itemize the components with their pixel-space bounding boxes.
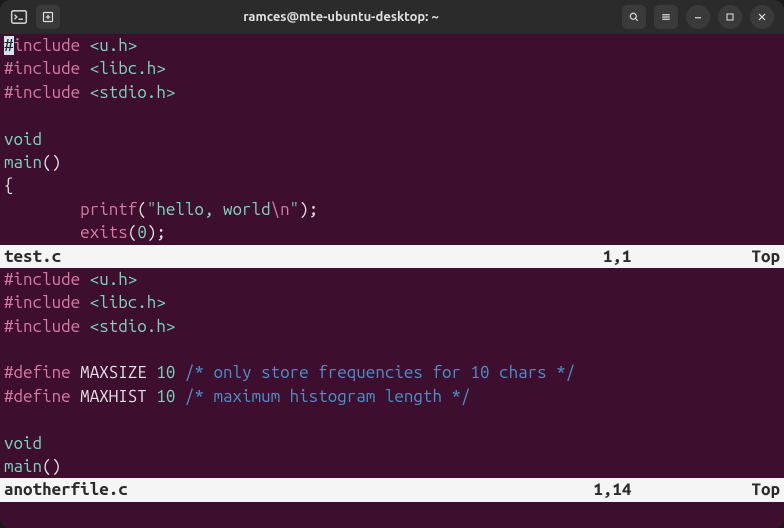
status-filename: anotherfile.c	[4, 478, 128, 501]
editor-pane-0[interactable]: #include <u.h> #include <libc.h> #includ…	[0, 34, 784, 268]
code-line: #define MAXSIZE 10 /* only store frequen…	[0, 361, 784, 384]
terminal-window: ramces@mte-ubuntu-desktop: ~	[0, 0, 784, 528]
editor-pane-1[interactable]: #include <u.h> #include <libc.h> #includ…	[0, 268, 784, 502]
code-line	[0, 408, 784, 431]
code-line	[0, 104, 784, 127]
code-line: #include <stdio.h>	[0, 81, 784, 104]
terminal-icon	[10, 8, 28, 26]
status-filename: test.c	[4, 245, 61, 268]
code-line: #include <libc.h>	[0, 291, 784, 314]
maximize-button[interactable]	[718, 5, 742, 29]
status-scroll: Top	[751, 245, 780, 268]
status-bar-1: anotherfile.c 1,14 Top	[0, 478, 784, 501]
code-line: printf("hello, world\n");	[0, 198, 784, 221]
status-cursor-pos: 1,1	[603, 245, 632, 268]
code-line: void	[0, 432, 784, 455]
minimize-button[interactable]	[686, 5, 710, 29]
code-line	[0, 338, 784, 361]
titlebar: ramces@mte-ubuntu-desktop: ~	[0, 0, 784, 34]
code-line: #include <libc.h>	[0, 57, 784, 80]
status-cursor-pos: 1,14	[593, 478, 631, 501]
editor-area[interactable]: #include <u.h> #include <libc.h> #includ…	[0, 34, 784, 528]
new-tab-button[interactable]	[36, 5, 60, 29]
code-line: #include <u.h>	[0, 268, 784, 291]
status-scroll: Top	[751, 478, 780, 501]
code-line: #include <u.h>	[0, 34, 784, 57]
window-title: ramces@mte-ubuntu-desktop: ~	[60, 10, 622, 24]
code-line: exits(0);	[0, 221, 784, 244]
menu-button[interactable]	[654, 5, 678, 29]
code-line: main()	[0, 455, 784, 478]
code-line: void	[0, 128, 784, 151]
code-line: main()	[0, 151, 784, 174]
search-button[interactable]	[622, 5, 646, 29]
code-line: {	[0, 174, 784, 197]
code-line: #define MAXHIST 10 /* maximum histogram …	[0, 385, 784, 408]
code-line: #include <stdio.h>	[0, 315, 784, 338]
close-button[interactable]	[750, 5, 774, 29]
status-bar-0: test.c 1,1 Top	[0, 245, 784, 268]
